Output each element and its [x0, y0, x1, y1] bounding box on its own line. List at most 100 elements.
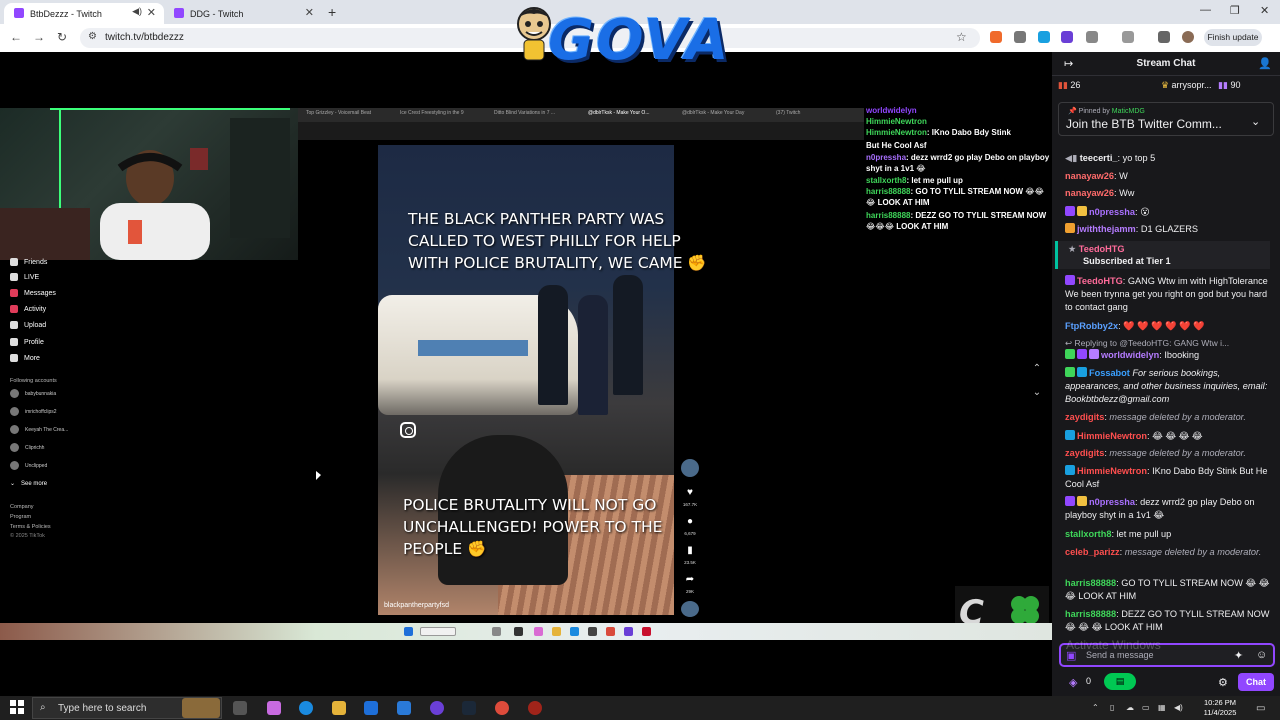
emote-menu-icon[interactable]: ▣ — [1066, 649, 1076, 662]
app-icon[interactable] — [430, 701, 444, 715]
chat-username[interactable]: TeedoHTG — [1079, 244, 1125, 254]
chat-username[interactable]: HimmieNewtron — [1077, 466, 1147, 476]
chat-username[interactable]: HimmieNewtron — [1077, 431, 1147, 441]
tray-icon[interactable]: ▯ — [1110, 703, 1114, 712]
tab-ddg[interactable]: DDG - Twitch ✕ — [164, 3, 322, 24]
chat-username[interactable]: jwiththejamm — [1077, 224, 1136, 234]
tiktok-nav-friends[interactable]: Friends — [10, 258, 47, 266]
tiktok-nav-messages[interactable]: Messages — [10, 289, 56, 297]
site-info-icon[interactable]: ⚙ — [88, 31, 97, 42]
minimize-icon[interactable]: — — [1200, 4, 1211, 16]
tiktok-nav-activity[interactable]: Activity — [10, 305, 46, 313]
bits-icon[interactable]: ✦ — [1234, 649, 1243, 662]
users-icon[interactable]: 👤 — [1258, 57, 1272, 70]
mail-icon[interactable] — [397, 701, 411, 715]
following-account[interactable]: Cliprichh — [10, 443, 44, 452]
chrome-icon[interactable] — [495, 701, 509, 715]
chat-username[interactable]: celeb_parizz — [1065, 547, 1120, 557]
footer-link[interactable]: Program — [10, 514, 31, 520]
obs-icon[interactable] — [528, 701, 542, 715]
hype-icon[interactable]: ▤ — [1104, 673, 1136, 690]
footer-link[interactable]: Terms & Policies — [10, 524, 51, 530]
network-icon[interactable]: ▦ — [1158, 703, 1166, 712]
forward-icon[interactable]: → — [33, 30, 45, 44]
cast-icon[interactable] — [1122, 31, 1134, 43]
chat-username[interactable]: teecerti_ — [1080, 153, 1118, 163]
reload-icon[interactable]: ↻ — [57, 30, 67, 44]
url-text[interactable]: twitch.tv/btbdezzz — [105, 32, 184, 43]
speaker-icon[interactable]: ◀) — [132, 6, 142, 17]
scroll-up-icon[interactable]: ⌃ — [1031, 363, 1043, 375]
following-account[interactable]: imrichoffclips2 — [10, 407, 57, 416]
taskbar-clock[interactable]: 10:26 PM 11/4/2025 — [1194, 698, 1246, 718]
profile-avatar[interactable] — [1182, 31, 1194, 43]
settings-gear-icon[interactable]: ⚙ — [1218, 676, 1228, 689]
new-tab-button[interactable]: + — [328, 4, 336, 20]
like-heart-icon[interactable]: ♥ — [684, 487, 696, 499]
video-handle[interactable]: blackpantherpartyfsd — [384, 602, 449, 609]
extension-icon[interactable] — [1061, 31, 1073, 43]
see-more-button[interactable]: ⌄ See more — [10, 480, 47, 488]
bookmark-star-icon[interactable]: ☆ — [956, 30, 967, 44]
chat-username[interactable]: stallxorth8 — [1065, 529, 1111, 539]
tiktok-nav-profile[interactable]: Profile — [10, 338, 44, 346]
close-window-icon[interactable]: ✕ — [1260, 4, 1269, 17]
chat-send-button[interactable]: Chat — [1238, 673, 1274, 691]
chat-username[interactable]: nanayaw26 — [1065, 188, 1114, 198]
task-view-icon[interactable] — [233, 701, 247, 715]
tray-icon[interactable]: ☁ — [1126, 703, 1134, 712]
following-account[interactable]: Unclipped — [10, 461, 47, 470]
tab-btbdezzz[interactable]: BtbDezzz - Twitch ◀) ✕ — [4, 3, 164, 24]
tiktok-nav-upload[interactable]: Upload — [10, 321, 46, 329]
store-icon[interactable] — [364, 701, 378, 715]
chat-username[interactable]: n0pressha — [1089, 207, 1135, 217]
bookmark-icon[interactable]: ▮ — [684, 545, 696, 557]
footer-link[interactable]: Company — [10, 504, 34, 510]
windows-start-icon[interactable] — [10, 700, 24, 714]
extension-icon[interactable] — [990, 31, 1002, 43]
creator-avatar[interactable] — [681, 459, 699, 477]
search-highlight-icon[interactable] — [182, 698, 220, 718]
tray-icon[interactable]: ▭ — [1142, 703, 1150, 712]
chat-username[interactable]: FtpRobby2x — [1065, 321, 1118, 331]
close-tab-icon[interactable]: ✕ — [147, 6, 156, 19]
scroll-down-icon[interactable]: ⌄ — [1031, 387, 1043, 399]
copilot-icon[interactable] — [267, 701, 281, 715]
chat-username[interactable]: zaydigits — [1065, 412, 1104, 422]
music-disc-icon[interactable] — [681, 601, 699, 617]
chat-username[interactable]: TeedoHTG — [1077, 276, 1123, 286]
chat-username[interactable]: n0pressha — [1089, 497, 1135, 507]
chevron-down-icon[interactable]: ⌄ — [1251, 115, 1260, 128]
volume-icon[interactable]: ◀) — [1174, 703, 1183, 712]
tray-chevron-icon[interactable]: ⌃ — [1092, 703, 1099, 712]
chat-username[interactable]: worldwidelyn — [1101, 350, 1159, 360]
leaderboard-user[interactable]: arrysopr... — [1172, 80, 1212, 90]
share-icon[interactable]: ➦ — [684, 574, 696, 586]
following-account[interactable]: babybunnakia — [10, 389, 56, 398]
tiktok-nav-more[interactable]: More — [10, 354, 40, 362]
extensions-puzzle-icon[interactable] — [1086, 31, 1098, 43]
file-explorer-icon[interactable] — [332, 701, 346, 715]
taskbar-search-placeholder[interactable]: Type here to search — [58, 703, 146, 714]
chat-username[interactable]: harris88888 — [1065, 578, 1116, 588]
extension-icon[interactable] — [1038, 31, 1050, 43]
chat-username[interactable]: zaydigits — [1065, 448, 1104, 458]
back-icon[interactable]: ← — [10, 30, 22, 44]
emoji-icon[interactable]: ☺ — [1256, 649, 1267, 661]
edge-icon[interactable] — [299, 701, 313, 715]
restore-icon[interactable]: ❐ — [1230, 4, 1240, 17]
following-account[interactable]: Keeyah The Crea... — [10, 425, 68, 434]
menu-icon[interactable] — [1158, 31, 1170, 43]
chat-username[interactable]: nanayaw26 — [1065, 171, 1114, 181]
channel-points-icon[interactable]: ◈ — [1069, 676, 1077, 689]
notification-icon[interactable]: ▭ — [1256, 703, 1265, 714]
extension-icon[interactable] — [1014, 31, 1026, 43]
chat-username[interactable]: Fossabot — [1089, 368, 1130, 378]
tiktok-nav-live[interactable]: LIVE — [10, 273, 39, 281]
chat-username[interactable]: harris88888 — [1065, 609, 1116, 619]
close-tab-icon[interactable]: ✕ — [305, 6, 314, 19]
steam-icon[interactable] — [462, 701, 476, 715]
comment-icon[interactable]: ● — [684, 516, 696, 528]
finish-update-button[interactable]: Finish update — [1204, 29, 1262, 46]
chat-input-placeholder[interactable]: Send a message — [1086, 650, 1154, 660]
